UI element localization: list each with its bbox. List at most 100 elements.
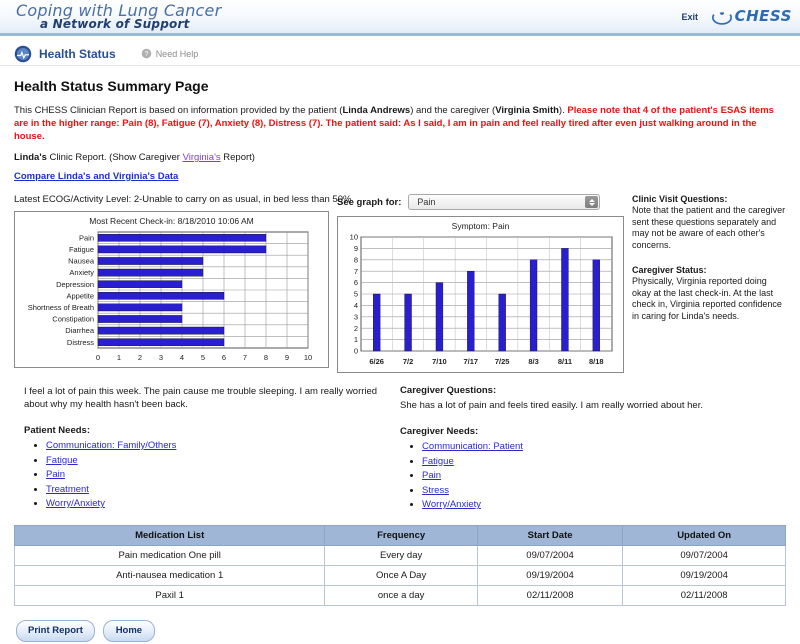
medication-table-header-row: Medication List Frequency Start Date Update… <box>13 524 786 546</box>
svg-text:6: 6 <box>354 278 358 287</box>
caregiver-narrative-text: She has a lot of pain and feels tired ea… <box>400 400 703 411</box>
column-header: Frequency <box>324 524 478 546</box>
svg-text:?: ? <box>144 51 148 58</box>
caregiver-needs-list: Communication: Patient Fatigue Pain Stress W… <box>400 440 786 513</box>
caregiver-questions-heading: Caregiver Questions: <box>400 385 497 396</box>
patient-need-link[interactable]: Worry/Anxiety <box>46 498 105 509</box>
caregiver-need-link[interactable]: Pain <box>422 470 441 481</box>
left-column: Latest ECOG/Activity Level: 2-Unable to … <box>14 194 351 368</box>
patient-needs-heading: Patient Needs: <box>24 425 90 436</box>
table-cell: Pain medication One pill <box>13 544 326 566</box>
svg-text:7: 7 <box>243 353 247 362</box>
show-caregiver-report-link[interactable]: Virginia's <box>183 152 221 163</box>
need-help-link[interactable]: ? Need Help <box>141 48 198 59</box>
symptom-select[interactable]: Pain <box>408 194 601 210</box>
svg-text:2: 2 <box>354 324 358 333</box>
checkin-chart-title: Most Recent Check-in: 8/18/2010 10:06 AM <box>89 216 254 226</box>
select-stepper-icon[interactable] <box>585 196 599 208</box>
svg-text:Anxiety: Anxiety <box>69 268 94 277</box>
checkin-bar-chart: Most Recent Check-in: 8/18/2010 10:06 AM… <box>14 211 329 368</box>
table-cell: Once A Day <box>324 564 478 586</box>
patient-needs-list: Communication: Family/Others Fatigue Pain T… <box>24 439 400 512</box>
side-notes-column: Clinic Visit Questions: Note that the pa… <box>632 194 786 336</box>
table-cell: 09/07/2004 <box>622 544 786 566</box>
charts-row: Latest ECOG/Activity Level: 2-Unable to … <box>14 194 786 373</box>
svg-text:8: 8 <box>354 255 358 264</box>
patient-need-link[interactable]: Fatigue <box>46 455 78 466</box>
svg-text:8/18: 8/18 <box>589 357 604 366</box>
svg-text:8/11: 8/11 <box>558 357 572 366</box>
caregiver-status-body: Physically, Virginia reported doing okay… <box>632 276 782 321</box>
patient-need-link[interactable]: Pain <box>46 469 65 480</box>
symptom-trend-chart: Symptom: Pain 0 1 2 3 4 5 6 7 8 9 10 6/26 7/2 7/10 7/1… <box>337 216 624 373</box>
svg-text:1: 1 <box>354 335 358 344</box>
print-report-button[interactable]: Print Report <box>16 619 95 642</box>
question-mark-icon: ? <box>141 48 151 59</box>
caregiver-need-link[interactable]: Communication: Patient <box>422 441 523 452</box>
patient-name: Linda Andrews <box>342 105 411 116</box>
svg-text:4: 4 <box>180 353 184 362</box>
page-content: Health Status Summary Page This CHESS Cl… <box>0 66 800 644</box>
mid-column: See graph for: Pain Symptom: Pain 0 1 2 3 4 5… <box>337 194 624 373</box>
table-cell: Every day <box>324 544 478 566</box>
compare-data-link[interactable]: Compare Linda's and Virginia's Data <box>14 171 178 182</box>
svg-text:7/17: 7/17 <box>464 357 479 366</box>
symptom-chart-title: Symptom: Pain <box>451 221 510 231</box>
table-cell: 02/11/2008 <box>622 584 786 606</box>
svg-text:7/2: 7/2 <box>403 357 413 366</box>
svg-text:Shortness of Breath: Shortness of Breath <box>28 303 94 312</box>
svg-text:Pain: Pain <box>79 233 94 242</box>
narrative-row: I feel a lot of pain this week. The pain… <box>14 385 786 513</box>
graph-select-row: See graph for: Pain <box>337 194 624 210</box>
health-status-icon <box>14 45 32 62</box>
svg-text:9: 9 <box>354 244 358 253</box>
checkin-chart-svg: 0 1 2 3 4 5 6 7 8 9 10 Pain Fatigue Nausea Anxiety Depr… <box>28 231 312 362</box>
svg-text:7: 7 <box>354 267 358 276</box>
caregiver-narrative-column: Caregiver Questions: She has a lot of pa… <box>400 385 786 513</box>
list-item: Pain <box>46 468 400 483</box>
column-header: Start Date <box>476 524 624 546</box>
svg-text:7/25: 7/25 <box>495 357 510 366</box>
svg-text:Depression: Depression <box>56 280 94 289</box>
list-item: Stress <box>422 484 786 499</box>
svg-text:2: 2 <box>138 353 142 362</box>
table-cell: 02/11/2008 <box>476 584 624 606</box>
svg-text:Distress: Distress <box>67 338 94 347</box>
chess-logo: CHESS <box>711 6 792 26</box>
page-title: Health Status Summary Page <box>14 78 209 94</box>
caregiver-need-link[interactable]: Worry/Anxiety <box>422 499 481 510</box>
brand-title-line2: a Network of Support <box>40 17 190 31</box>
section-bar: Health Status ? Need Help <box>0 36 800 66</box>
svg-text:10: 10 <box>350 233 358 242</box>
chess-wordmark: CHESS <box>734 7 792 25</box>
home-button[interactable]: Home <box>102 619 155 642</box>
svg-text:Fatigue: Fatigue <box>69 245 94 254</box>
svg-text:8: 8 <box>264 353 268 362</box>
list-item: Worry/Anxiety <box>46 497 400 512</box>
caregiver-need-link[interactable]: Stress <box>422 485 449 496</box>
svg-text:Appetite: Appetite <box>66 291 94 300</box>
medication-table-body: Pain medication One pill Every day 09/07/2… <box>13 544 786 606</box>
exit-link[interactable]: Exit <box>681 12 698 22</box>
table-row: Pain medication One pill Every day 09/07/2… <box>13 544 786 566</box>
clinic-report-text-end: Report) <box>220 152 255 163</box>
svg-text:4: 4 <box>354 301 358 310</box>
column-header: Medication List <box>13 524 326 546</box>
list-item: Treatment <box>46 483 400 498</box>
svg-text:8/3: 8/3 <box>528 357 538 366</box>
clinic-report-owner: Linda's <box>14 152 47 163</box>
list-item: Communication: Family/Others <box>46 439 400 454</box>
caregiver-need-link[interactable]: Fatigue <box>422 456 454 467</box>
patient-need-link[interactable]: Communication: Family/Others <box>46 440 176 451</box>
svg-text:6: 6 <box>222 353 226 362</box>
section-title: Health Status <box>39 46 116 61</box>
clinic-visit-questions-heading: Clinic Visit Questions: <box>632 194 728 204</box>
action-buttons: Print Report Home <box>14 619 786 642</box>
patient-need-link[interactable]: Treatment <box>46 484 89 495</box>
graph-select-label: See graph for: <box>337 196 402 208</box>
caregiver-status-heading: Caregiver Status: <box>632 265 707 275</box>
list-item: Fatigue <box>422 455 786 470</box>
caregiver-name: Virginia Smith <box>495 105 559 116</box>
svg-text:0: 0 <box>354 347 358 356</box>
clinic-visit-questions-note: Clinic Visit Questions: Note that the pa… <box>632 194 786 251</box>
